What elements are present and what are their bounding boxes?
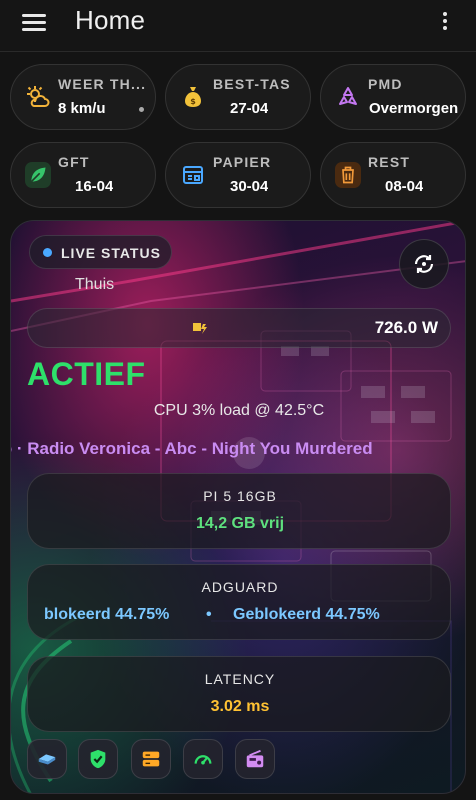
chip-rest[interactable]: REST 08-04 (320, 142, 466, 208)
cpu-status: CPU 3% load @ 42.5°C (153, 402, 325, 419)
menu-icon[interactable] (22, 12, 48, 34)
chip-value: 30-04 (230, 178, 269, 195)
chip-label: REST (368, 154, 411, 170)
adguard-ticker-separator: • (206, 606, 212, 623)
ethernet-button[interactable] (27, 739, 67, 779)
latency-value: 3.02 ms (210, 698, 270, 715)
server-button[interactable] (131, 739, 171, 779)
adguard-ticker: blokeerd 44.75% • Geblokeerd 44.75% (28, 605, 450, 627)
shield-check-icon (90, 749, 106, 769)
chip-label: GFT (58, 154, 90, 170)
pi-title: PI 5 16GB (203, 488, 277, 504)
live-status-pill: LIVE STATUS (29, 235, 172, 269)
live-indicator-dot (43, 248, 52, 257)
latency-card[interactable]: LATENCY 3.02 ms (27, 656, 451, 732)
radio-icon (246, 749, 264, 768)
newspaper-icon (180, 162, 206, 188)
chip-dot (139, 107, 144, 112)
live-status-card: LIVE STATUS Thuis 726.0 W ACTIEF CPU 3% … (10, 220, 466, 794)
chip-label: WEER TH... (58, 76, 147, 92)
speedometer-icon (194, 755, 212, 765)
trash-icon (335, 162, 361, 188)
recycle-icon (335, 84, 361, 110)
location-label: Thuis (75, 276, 115, 293)
app-bar: Home (0, 0, 476, 52)
chip-value: 16-04 (75, 178, 114, 195)
chip-gft[interactable]: GFT 16-04 (10, 142, 156, 208)
adguard-ticker-text: blokeerd 44.75% (44, 606, 170, 623)
latency-title: LATENCY (204, 671, 276, 687)
more-options-icon[interactable] (440, 11, 450, 35)
chip-best-tas[interactable]: $ BEST-TAS 27-04 (165, 64, 311, 130)
chip-label: PMD (368, 76, 403, 92)
ethernet-icon (38, 754, 56, 765)
now-playing-text: io · Radio Veronica - Abc - Night You Mu… (11, 439, 373, 458)
power-value: 726.0 W (374, 318, 438, 337)
chip-label: PAPIER (213, 154, 272, 170)
adguard-ticker-text: Geblokeerd 44.75% (233, 606, 380, 623)
adguard-card[interactable]: ADGUARD blokeerd 44.75% • Geblokeerd 44.… (27, 564, 451, 640)
svg-text:$: $ (190, 97, 196, 106)
sync-button[interactable] (399, 239, 449, 289)
adguard-title: ADGUARD (201, 579, 279, 595)
chip-pmd[interactable]: PMD Overmorgen (320, 64, 466, 130)
radio-button[interactable] (235, 739, 275, 779)
server-icon (142, 751, 160, 767)
pi-card[interactable]: PI 5 16GB 14,2 GB vrij (27, 473, 451, 549)
chip-value: 8 km/u (58, 100, 106, 117)
chip-weather[interactable]: WEER TH... 8 km/u (10, 64, 156, 130)
pi-value: 14,2 GB vrij (195, 515, 285, 532)
status-state: ACTIEF (27, 356, 146, 392)
chip-value: Overmorgen (369, 100, 459, 117)
power-flash-icon (192, 321, 208, 340)
sync-icon (414, 255, 434, 273)
chip-value: 27-04 (230, 100, 269, 117)
chip-label: BEST-TAS (213, 76, 291, 92)
adguard-button[interactable] (78, 739, 118, 779)
money-bag-icon: $ (180, 84, 206, 110)
weather-icon (25, 84, 51, 110)
power-bar: 726.0 W (27, 308, 451, 348)
leaf-icon (25, 162, 51, 188)
speedtest-button[interactable] (183, 739, 223, 779)
now-playing-ticker: io · Radio Veronica - Abc - Night You Mu… (11, 437, 465, 461)
chip-papier[interactable]: PAPIER 30-04 (165, 142, 311, 208)
live-status-label: LIVE STATUS (61, 245, 161, 261)
page-title: Home (75, 5, 146, 35)
chip-value: 08-04 (385, 178, 424, 195)
